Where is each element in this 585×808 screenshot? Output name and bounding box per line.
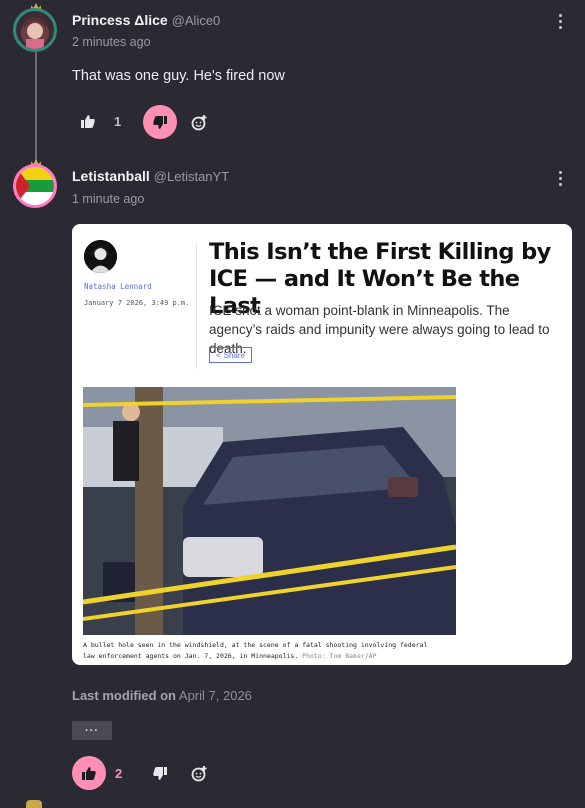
- author-handle[interactable]: @LetistanYT: [154, 169, 229, 184]
- thumbs-up-icon: [82, 766, 96, 780]
- photo-caption: A bullet hole seen in the windshield, at…: [83, 641, 428, 660]
- avatar[interactable]: [13, 164, 57, 208]
- author-photo: [84, 240, 117, 273]
- share-icon: <: [215, 350, 221, 360]
- more-button[interactable]: ···: [72, 721, 112, 740]
- comment-timestamp: 2 minutes ago: [72, 35, 151, 49]
- kebab-menu-icon[interactable]: [559, 171, 563, 189]
- thread-connector: [35, 52, 37, 162]
- next-comment-avatar: [26, 800, 42, 808]
- article-subheadline: ICE shot a woman point-blank in Minneapo…: [209, 303, 550, 356]
- article-photo: [83, 387, 456, 635]
- add-reaction-icon[interactable]: [190, 764, 208, 782]
- avatar[interactable]: [13, 8, 57, 52]
- comment-author[interactable]: Letistanball @LetistanYT: [72, 168, 229, 184]
- comment-timestamp: 1 minute ago: [72, 192, 145, 206]
- article-date: January 7 2026, 3:49 p.m.: [84, 299, 190, 307]
- like-count: 1: [114, 114, 122, 129]
- thumbs-down-icon: [153, 115, 167, 129]
- last-modified: Last modified on April 7, 2026: [72, 688, 252, 703]
- thumbs-up-icon[interactable]: [80, 113, 96, 129]
- divider: [196, 244, 197, 369]
- author-handle[interactable]: @Alice0: [172, 13, 221, 28]
- article-embed-card[interactable]: Natasha Lennard January 7 2026, 3:49 p.m…: [72, 224, 572, 665]
- photo-credit: Photo: Tom Baker/AP: [302, 652, 377, 660]
- dislike-button[interactable]: [143, 105, 177, 139]
- comment-author[interactable]: Princess Δlice @Alice0: [72, 12, 220, 28]
- add-reaction-icon[interactable]: [190, 113, 208, 131]
- like-count: 2: [115, 766, 123, 781]
- comment-text: That was one guy. He's fired now: [72, 68, 285, 84]
- kebab-menu-icon[interactable]: [559, 14, 563, 32]
- like-button[interactable]: [72, 756, 106, 790]
- share-button[interactable]: < Share: [209, 347, 252, 363]
- thumbs-down-icon[interactable]: [152, 765, 168, 781]
- article-author[interactable]: Natasha Lennard: [84, 282, 152, 291]
